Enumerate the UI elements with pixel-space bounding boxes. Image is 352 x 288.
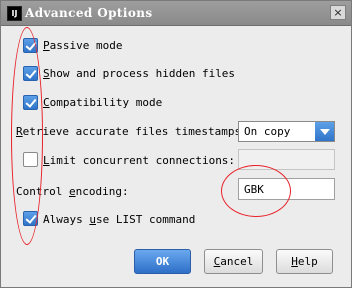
annotation-ellipse-encoding — [221, 165, 291, 217]
close-button[interactable]: × — [330, 5, 346, 20]
limit-connections-label[interactable]: Limit concurrent connections: — [43, 154, 235, 167]
ok-button[interactable]: OK — [134, 249, 191, 274]
passive-mode-label[interactable]: Passive mode — [43, 39, 122, 52]
advanced-options-dialog: IJ Advanced Options × Passive mode Show … — [0, 0, 352, 288]
help-button[interactable]: Help — [276, 249, 333, 274]
chevron-down-icon[interactable] — [315, 122, 334, 141]
annotation-ellipse-checkboxes — [11, 27, 43, 245]
title-bar[interactable]: IJ Advanced Options × — [1, 1, 351, 26]
dialog-title: Advanced Options — [25, 6, 153, 20]
show-hidden-files-label[interactable]: Show and process hidden files — [43, 67, 235, 80]
cancel-button[interactable]: Cancel — [204, 249, 263, 274]
timestamps-label: Retrieve accurate files timestamps: — [16, 125, 248, 138]
timestamps-select[interactable]: On copy — [238, 121, 335, 142]
timestamps-select-value: On copy — [244, 125, 291, 138]
app-icon: IJ — [7, 6, 22, 21]
list-command-label[interactable]: Always use LIST command — [43, 213, 195, 226]
compatibility-mode-label[interactable]: Compatibility mode — [43, 96, 162, 109]
